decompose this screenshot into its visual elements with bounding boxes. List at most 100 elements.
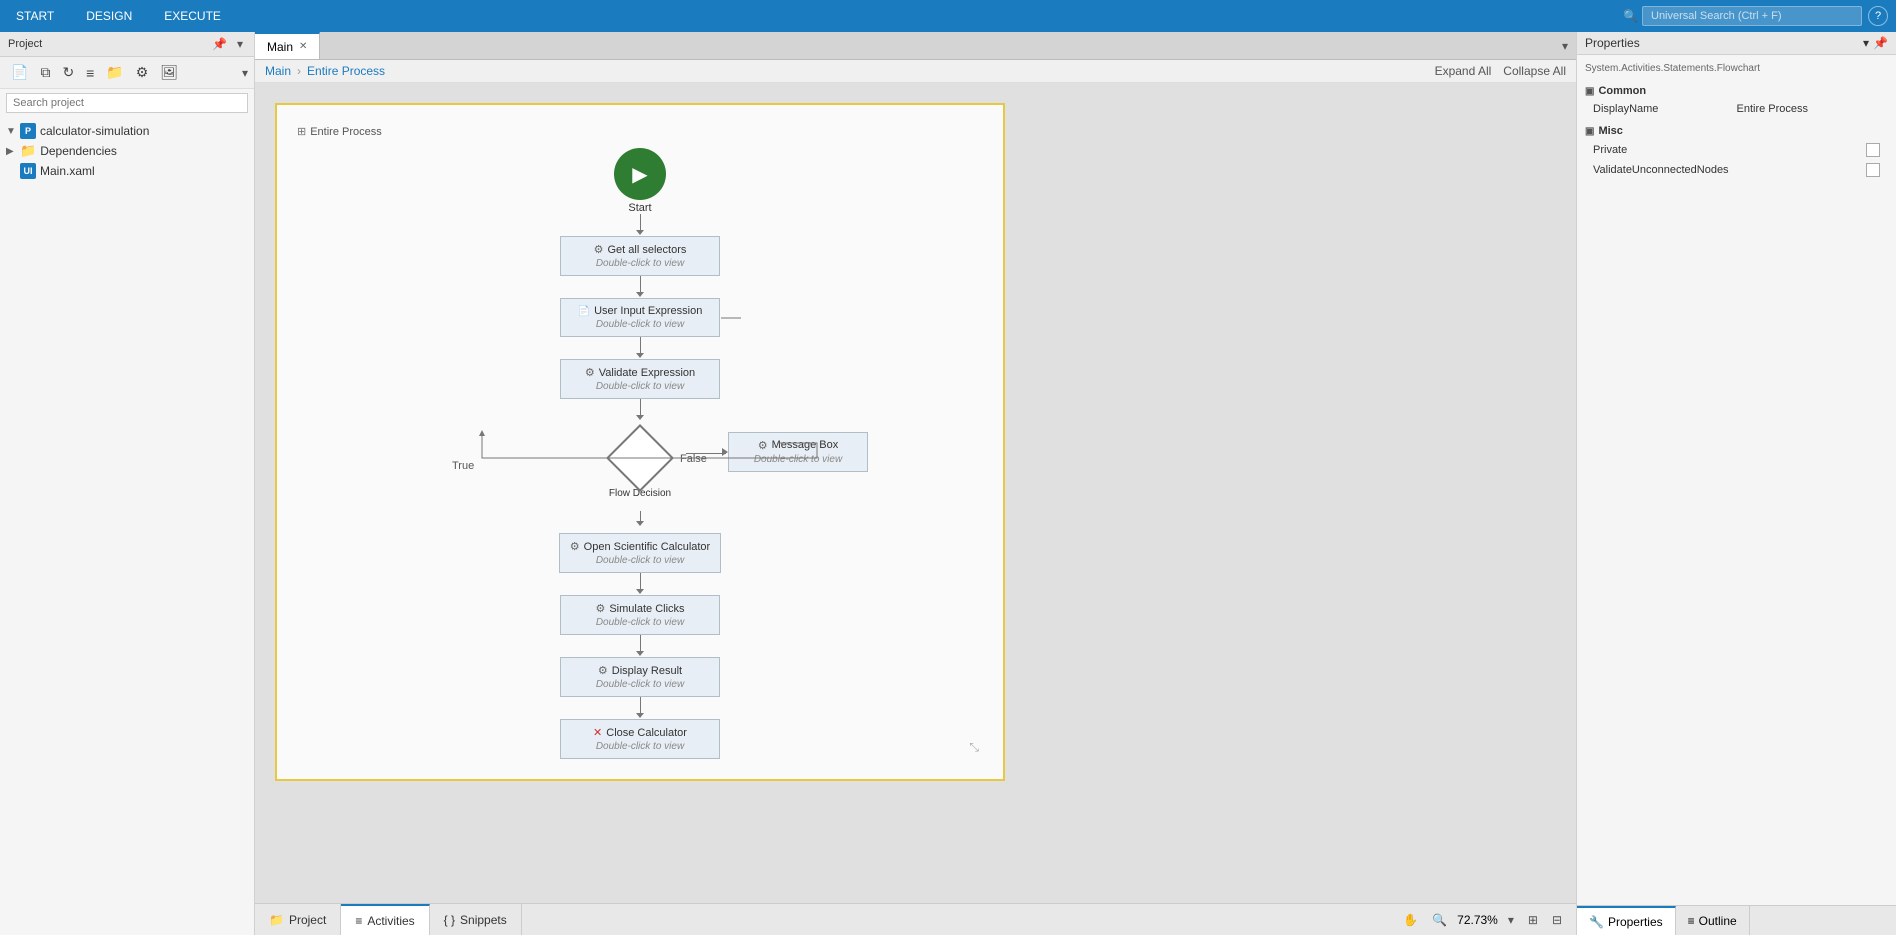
menu-start[interactable]: START [8, 5, 62, 27]
display-result-label: Display Result [612, 665, 682, 677]
flow-decision-diamond[interactable] [606, 424, 674, 492]
fit-page-button[interactable]: ⊟ [1548, 911, 1566, 929]
center-canvas-area: Main ✕ ▾ Main › Entire Process Expand Al… [255, 32, 1576, 935]
simulate-header: ⚙ Simulate Clicks [571, 602, 709, 615]
display-result-header: ⚙ Display Result [571, 664, 709, 677]
tab-close-button[interactable]: ✕ [299, 41, 307, 52]
props-private-checkbox[interactable] [1866, 143, 1880, 157]
new-file-button[interactable]: 📄 [6, 61, 33, 84]
hand-tool-button[interactable]: ✋ [1399, 911, 1422, 929]
props-chevron-down[interactable]: ▾ [1863, 36, 1869, 50]
right-tab-outline-label: Outline [1699, 914, 1737, 928]
outline-icon: ≡ [1688, 914, 1695, 928]
project-search-container [0, 89, 254, 117]
close-calc-label: Close Calculator [606, 727, 687, 739]
open-calc-sub: Double-click to view [570, 555, 710, 566]
ui-file-icon: UI [20, 163, 36, 179]
props-common-header[interactable]: ▣ Common [1585, 82, 1888, 100]
zoom-dropdown-button[interactable]: ▾ [1504, 911, 1518, 929]
decision-diamond-group: Flow Decision [609, 434, 671, 499]
open-calc-label: Open Scientific Calculator [584, 541, 711, 553]
copy-button[interactable]: ⧉ [35, 61, 55, 84]
breadcrumb-parent[interactable]: Main [265, 64, 291, 78]
props-misc-header[interactable]: ▣ Misc [1585, 122, 1888, 140]
close-calc-node-group: ✕ Close Calculator Double-click to view [297, 719, 983, 759]
open-calc-node[interactable]: ⚙ Open Scientific Calculator Double-clic… [559, 533, 721, 573]
screenshot-button[interactable]: 🖼 [155, 61, 183, 84]
collapse-all-button[interactable]: Collapse All [1503, 64, 1566, 78]
props-validate-checkbox[interactable] [1866, 163, 1880, 177]
bottom-tabs-bar: 📁 Project ≡ Activities { } Snippets ✋ 🔍 … [255, 903, 1576, 935]
collapse-tree-button[interactable]: ≡ [81, 62, 99, 84]
close-calc-node[interactable]: ✕ Close Calculator Double-click to view [560, 719, 720, 759]
props-pin-icon[interactable]: 📌 [1873, 36, 1888, 50]
open-folder-button[interactable]: 📁 [101, 61, 128, 84]
message-box-node[interactable]: ⚙ Message Box Double-click to view [728, 432, 868, 472]
arrow-6 [297, 635, 983, 657]
canvas-container[interactable]: ⊞ Entire Process ▶ Start [255, 83, 1576, 903]
props-validate-row: ValidateUnconnectedNodes [1585, 160, 1888, 180]
universal-search-input[interactable] [1642, 6, 1862, 26]
open-calc-node-group: ⚙ Open Scientific Calculator Double-clic… [297, 533, 983, 573]
user-input-node[interactable]: 📄 User Input Expression Double-click to … [560, 298, 720, 337]
tab-snippets[interactable]: { } Snippets [430, 904, 522, 935]
arrow-4 [297, 511, 983, 533]
zoom-search-button[interactable]: 🔍 [1428, 911, 1451, 929]
props-misc-collapse-icon: ▣ [1585, 126, 1594, 137]
tab-bar: Main ✕ ▾ [255, 32, 1576, 60]
chevron-down-icon[interactable]: ▾ [234, 36, 246, 52]
search-icon: 🔍 [1623, 9, 1638, 23]
main-area: Project 📌 ▾ 📄 ⧉ ↻ ≡ 📁 ⚙ 🖼 ▾ ▼ P [0, 32, 1896, 935]
close-calc-header: ✕ Close Calculator [571, 726, 709, 739]
back-connector [721, 317, 741, 318]
props-private-label: Private [1593, 144, 1866, 156]
tab-main[interactable]: Main ✕ [255, 32, 320, 59]
help-button[interactable]: ? [1868, 6, 1888, 26]
project-name-label: calculator-simulation [40, 124, 149, 138]
props-displayname-value[interactable]: Entire Process [1737, 103, 1881, 115]
status-bar: ✋ 🔍 72.73% ▾ ⊞ ⊟ [1399, 911, 1576, 929]
arrow-2 [297, 337, 983, 359]
flowchart-title-bar: ⊞ Entire Process [297, 125, 983, 138]
tab-project[interactable]: 📁 Project [255, 904, 341, 935]
gear-icon-6: ⚙ [598, 664, 608, 677]
false-label: False [680, 453, 707, 465]
start-node[interactable]: ▶ [614, 148, 666, 200]
true-label: True [452, 460, 474, 472]
validate-node[interactable]: ⚙ Validate Expression Double-click to vi… [560, 359, 720, 399]
folder-icon: 📁 [20, 143, 36, 159]
tab-activities[interactable]: ≡ Activities [341, 904, 429, 935]
simulate-label: Simulate Clicks [609, 603, 684, 615]
start-label: Start [628, 202, 651, 214]
breadcrumb: Main › Entire Process [265, 64, 385, 78]
gear-icon-2: ⚙ [585, 366, 595, 379]
expand-all-button[interactable]: Expand All [1435, 64, 1492, 78]
user-input-header: 📄 User Input Expression [571, 305, 709, 317]
resize-handle[interactable]: ⤡ [969, 740, 979, 755]
tree-main-xaml-item[interactable]: UI Main.xaml [0, 161, 254, 181]
tab-dropdown-button[interactable]: ▾ [1554, 32, 1576, 59]
props-displayname-row: DisplayName Entire Process [1585, 100, 1888, 118]
tree-dependencies-item[interactable]: ▶ 📁 Dependencies [0, 141, 254, 161]
pin-icon[interactable]: 📌 [209, 36, 230, 52]
settings-button[interactable]: ⚙ [131, 61, 154, 84]
validate-header: ⚙ Validate Expression [571, 366, 709, 379]
tab-activities-label: Activities [367, 914, 414, 928]
fit-all-button[interactable]: ⊞ [1524, 911, 1542, 929]
right-tab-properties[interactable]: 🔧 Properties [1577, 906, 1676, 935]
get-selectors-sub: Double-click to view [571, 258, 709, 269]
simulate-clicks-node[interactable]: ⚙ Simulate Clicks Double-click to view [560, 595, 720, 635]
breadcrumb-current[interactable]: Entire Process [307, 64, 385, 78]
panel-collapse-icon[interactable]: ▾ [242, 66, 248, 80]
display-result-node[interactable]: ⚙ Display Result Double-click to view [560, 657, 720, 697]
panel-header-icons: 📌 ▾ [209, 36, 246, 52]
menu-execute[interactable]: EXECUTE [156, 5, 229, 27]
get-selectors-node[interactable]: ⚙ Get all selectors Double-click to view [560, 236, 720, 276]
right-tab-outline[interactable]: ≡ Outline [1676, 906, 1750, 935]
refresh-button[interactable]: ↻ [57, 61, 79, 84]
tree-project-root[interactable]: ▼ P calculator-simulation [0, 121, 254, 141]
menu-design[interactable]: DESIGN [78, 5, 140, 27]
search-project-input[interactable] [6, 93, 248, 113]
tree-dep-expand-icon: ▶ [6, 146, 20, 157]
props-class-name: System.Activities.Statements.Flowchart [1585, 63, 1888, 74]
